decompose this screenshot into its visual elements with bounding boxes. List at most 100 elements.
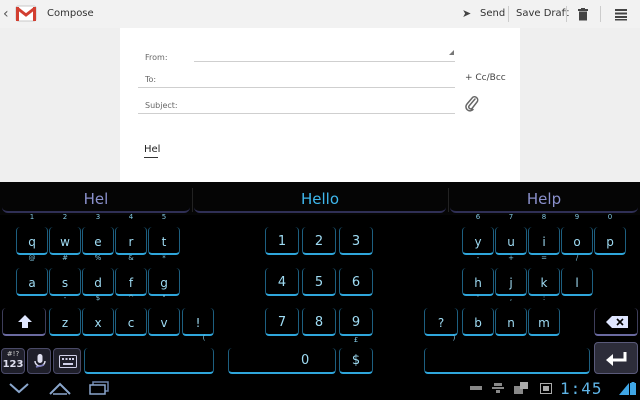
- key-label: 7: [277, 315, 287, 330]
- key-label: g: [160, 276, 168, 290]
- key-h[interactable]: -h: [462, 254, 494, 296]
- key-o[interactable]: 9o: [561, 213, 593, 255]
- key-n[interactable]: ,n: [495, 294, 527, 336]
- enter-key[interactable]: [594, 342, 638, 374]
- from-field[interactable]: [194, 61, 455, 62]
- key-hint: (: [202, 334, 206, 342]
- gmail-logo-icon[interactable]: [15, 4, 37, 23]
- keyboard-settings-key[interactable]: [53, 348, 81, 374]
- key-j[interactable]: + j: [495, 254, 527, 296]
- key-w[interactable]: 2w: [49, 213, 81, 255]
- clock[interactable]: 1:45: [560, 379, 603, 398]
- message-body[interactable]: Hel: [144, 144, 160, 155]
- key-label: m: [538, 316, 550, 330]
- enter-icon: [606, 352, 627, 366]
- key-p[interactable]: 0p: [594, 213, 626, 255]
- send-icon[interactable]: ➤: [462, 0, 471, 28]
- key-y[interactable]: 6y: [462, 213, 494, 255]
- key-label: u: [507, 235, 515, 249]
- key-hint: $: [95, 294, 101, 302]
- key-hint: 0: [607, 213, 613, 221]
- nav-recent-apps-icon[interactable]: [88, 381, 110, 395]
- cc-bcc-button[interactable]: + Cc/Bcc: [465, 73, 506, 83]
- key-hint: 9: [574, 213, 580, 221]
- symbols-key[interactable]: #!? 123: [1, 348, 25, 374]
- nav-home-icon[interactable]: [48, 381, 72, 395]
- suggestion-left[interactable]: Hel: [2, 185, 190, 213]
- key-hint: 3: [95, 213, 101, 221]
- key-7[interactable]: 7: [265, 308, 299, 336]
- key-l[interactable]: / l: [561, 254, 593, 296]
- save-draft-button[interactable]: Save Draft: [516, 0, 569, 28]
- subject-field[interactable]: [138, 113, 455, 114]
- shift-key[interactable]: [2, 308, 46, 336]
- key-r[interactable]: 4r: [115, 213, 147, 255]
- key-label: h: [474, 276, 482, 290]
- key-hint: 4: [128, 213, 134, 221]
- key-8[interactable]: 8: [302, 308, 336, 336]
- delete-key[interactable]: [594, 308, 638, 336]
- key-q[interactable]: 1q: [16, 213, 48, 255]
- subject-label: Subject:: [145, 101, 178, 110]
- space-key-right[interactable]: ): [424, 334, 590, 374]
- key-0[interactable]: 0: [228, 348, 336, 374]
- compose-screen: ‹ Compose ➤ Send Save Draft From: To: + …: [0, 0, 640, 182]
- key-label: 123: [2, 359, 24, 370]
- key-label: z: [61, 316, 69, 330]
- key-label: q: [28, 235, 36, 249]
- key-s[interactable]: # s: [49, 254, 81, 296]
- key-1[interactable]: 1: [265, 227, 299, 255]
- key-label: o: [573, 235, 581, 249]
- trash-icon[interactable]: [577, 8, 589, 21]
- space-key-left[interactable]: (: [84, 334, 214, 374]
- key-hint: @: [28, 254, 36, 262]
- menu-icon[interactable]: [614, 8, 628, 21]
- key-z[interactable]: -z: [49, 294, 81, 336]
- key-f[interactable]: & f: [115, 254, 147, 296]
- key-label: l: [575, 276, 579, 290]
- key-m[interactable]: :m: [528, 294, 560, 336]
- key-2[interactable]: 2: [302, 227, 336, 255]
- key-d[interactable]: % d: [82, 254, 114, 296]
- key-k[interactable]: = k: [528, 254, 560, 296]
- key-hint: £: [353, 336, 359, 344]
- key-3[interactable]: 3: [339, 227, 373, 255]
- from-label: From:: [145, 53, 168, 62]
- paperclip-icon[interactable]: [464, 96, 480, 112]
- suggestion-right[interactable]: Help: [450, 185, 638, 213]
- key-9[interactable]: 9: [339, 308, 373, 336]
- key-u[interactable]: 7u: [495, 213, 527, 255]
- key-6[interactable]: 6: [339, 268, 373, 296]
- key-hint: -: [63, 294, 67, 302]
- key-dollar[interactable]: £ $: [339, 336, 373, 374]
- wifi-signal-icon: [619, 383, 629, 395]
- key-e[interactable]: 3e: [82, 213, 114, 255]
- key-label: a: [28, 276, 36, 290]
- to-field[interactable]: [138, 87, 455, 88]
- send-button[interactable]: Send: [480, 0, 505, 28]
- key-hint: ": [162, 294, 166, 302]
- back-arrow-icon[interactable]: ‹: [3, 0, 9, 28]
- key-exclaim[interactable]: !: [182, 308, 214, 336]
- key-4[interactable]: 4: [265, 268, 299, 296]
- divider: [192, 188, 193, 212]
- key-i[interactable]: 8i: [528, 213, 560, 255]
- key-hint: ,: [509, 294, 513, 302]
- key-5[interactable]: 5: [302, 268, 336, 296]
- key-hint: *: [162, 254, 166, 262]
- suggestion-bar: Hel Hello Help: [0, 182, 640, 215]
- key-label: w: [60, 235, 70, 249]
- key-b[interactable]: ' b: [462, 294, 494, 336]
- key-c[interactable]: ^ c: [115, 294, 147, 336]
- nav-back-icon[interactable]: [8, 382, 30, 394]
- dropdown-arrow-icon[interactable]: [449, 50, 454, 55]
- key-v[interactable]: " v: [148, 294, 180, 336]
- voice-key[interactable]: [27, 348, 51, 374]
- key-t[interactable]: 5t: [148, 213, 180, 255]
- key-question[interactable]: ?: [424, 308, 458, 336]
- key-a[interactable]: @ a: [16, 254, 48, 296]
- suggestion-center[interactable]: Hello: [194, 185, 446, 213]
- key-x[interactable]: $ x: [82, 294, 114, 336]
- key-g[interactable]: * g: [148, 254, 180, 296]
- shift-icon: [18, 315, 32, 328]
